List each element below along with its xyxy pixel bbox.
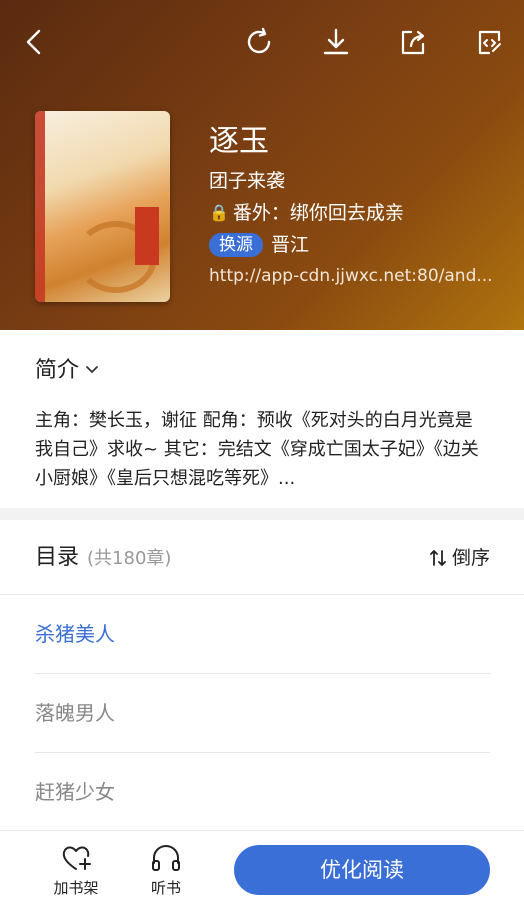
chapter-item[interactable]: 落魄男人 (35, 674, 490, 753)
toc-count: (共180章) (87, 548, 172, 569)
sort-label: 倒序 (451, 547, 490, 569)
refresh-icon[interactable] (241, 24, 277, 60)
cover-band (35, 111, 45, 302)
change-source-button[interactable]: 换源 (209, 233, 263, 257)
book-meta: 逐玉 团子来袭 🔒 番外：绑你回去成亲 换源 晋江 http://app-cdn… (209, 122, 499, 288)
lock-icon: 🔒 (209, 203, 229, 222)
book-title: 逐玉 (209, 124, 269, 159)
source-row: 换源 晋江 (209, 232, 499, 258)
toc-heading: 目录 (35, 545, 80, 570)
intro-section: 简介 主角：樊长玉，谢征 配角：预收《死对头的白月光竟是我自己》求收~ 其它：完… (0, 330, 524, 508)
chapter-item[interactable]: 杀猪美人 (35, 595, 490, 674)
headphones-icon (152, 845, 180, 871)
extra-chapter-line: 🔒 番外：绑你回去成亲 (209, 200, 499, 226)
heart-plus-icon (62, 846, 91, 870)
toc-header: 目录 (共180章) (35, 542, 171, 575)
section-divider (0, 508, 524, 520)
add-to-shelf-label: 加书架 (53, 879, 99, 897)
intro-text: 主角：樊长玉，谢征 配角：预收《死对头的白月光竟是我自己》求收~ 其它：完结文《… (35, 410, 479, 489)
optimized-read-button[interactable]: 优化阅读 (234, 845, 490, 895)
extra-chapter-label: 番外：绑你回去成亲 (232, 202, 404, 224)
top-toolbar (0, 24, 524, 64)
bottom-action-bar: 加书架 听书 优化阅读 (0, 830, 524, 904)
add-to-shelf-button[interactable]: 加书架 (41, 837, 111, 898)
chevron-down-icon (85, 356, 99, 386)
book-cover-image (35, 111, 170, 302)
book-header: 逐玉 团子来袭 🔒 番外：绑你回去成亲 换源 晋江 http://app-cdn… (0, 0, 524, 330)
intro-heading: 简介 (35, 358, 80, 383)
source-url: http://app-cdn.jjwxc.net:80/and... (209, 266, 493, 286)
source-name: 晋江 (271, 234, 310, 256)
sort-icon (430, 550, 446, 566)
toc-section: 目录 (共180章) 倒序 杀猪美人 落魄男人 赶猪少女 (0, 520, 524, 830)
intro-toggle[interactable]: 简介 (35, 356, 99, 386)
sort-button[interactable]: 倒序 (430, 544, 490, 572)
share-icon[interactable] (395, 24, 431, 60)
listen-button[interactable]: 听书 (131, 837, 201, 898)
listen-label: 听书 (150, 879, 181, 897)
back-icon[interactable] (16, 24, 52, 60)
book-author[interactable]: 团子来袭 (209, 168, 499, 194)
edit-source-icon[interactable] (472, 24, 508, 60)
cover-title-seal (135, 207, 159, 265)
chapter-item[interactable]: 赶猪少女 (35, 753, 490, 831)
download-icon[interactable] (318, 24, 354, 60)
